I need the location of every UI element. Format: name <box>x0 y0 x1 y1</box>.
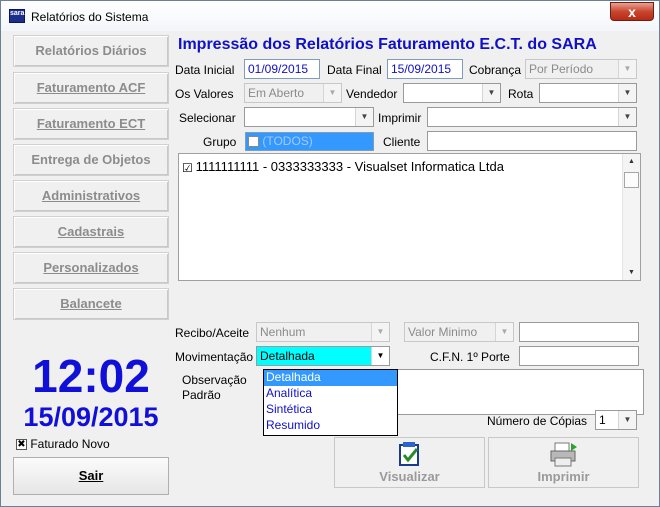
movimentacao-label: Movimentação <box>175 350 254 364</box>
grupo-checkbox[interactable] <box>248 136 259 147</box>
sidebar-item-cadastrais[interactable]: Cadastrais <box>13 216 169 248</box>
chevron-down-icon[interactable]: ▼ <box>482 84 500 102</box>
rota-label: Rota <box>508 87 534 101</box>
data-final-label: Data Final <box>327 63 382 77</box>
movimentacao-select[interactable]: Detalhada ▼ <box>256 346 390 366</box>
client-list[interactable]: ☑ 1111111111 - 0333333333 - Visualset In… <box>178 153 641 281</box>
observacao-label: Observação <box>182 373 247 387</box>
recibo-value: Nenhum <box>260 325 306 339</box>
sidebar-item-relatorios-diarios[interactable]: Relatórios Diários <box>13 35 169 67</box>
dropdown-option[interactable]: Sintética <box>264 402 397 418</box>
dropdown-option[interactable]: Analítica <box>264 386 397 402</box>
scroll-up-icon[interactable]: ▲ <box>623 158 640 165</box>
os-valores-value: Em Aberto <box>248 86 305 100</box>
clock-date: 15/09/2015 <box>23 402 159 432</box>
copias-select[interactable]: 1 ▼ <box>595 410 637 430</box>
main-window: sara Relatórios do Sistema x Relatórios … <box>0 0 660 507</box>
sidebar-item-personalizados[interactable]: Personalizados <box>13 252 169 284</box>
chevron-down-icon[interactable]: ▼ <box>618 60 636 78</box>
os-valores-select[interactable]: Em Aberto ▼ <box>244 83 342 103</box>
scroll-thumb[interactable] <box>624 172 639 188</box>
copias-label: Número de Cópias <box>487 414 588 428</box>
recibo-select[interactable]: Nenhum ▼ <box>256 322 390 342</box>
chevron-down-icon[interactable]: ▼ <box>618 411 636 429</box>
data-inicial-label: Data Inicial <box>175 63 235 77</box>
imprimir-select[interactable]: ▼ <box>427 107 637 127</box>
cobranca-value: Por Período <box>529 62 594 76</box>
valor-minimo-field[interactable] <box>519 322 639 342</box>
chevron-down-icon[interactable]: ▼ <box>495 323 513 341</box>
chevron-down-icon[interactable]: ▼ <box>371 347 389 365</box>
sidebar: Relatórios Diários Faturamento ACF Fatur… <box>13 31 169 497</box>
window-title: Relatórios do Sistema <box>31 10 149 24</box>
grupo-value: (TODOS) <box>262 134 313 148</box>
sidebar-item-administrativos[interactable]: Administrativos <box>13 180 169 212</box>
report-form: Impressão dos Relatórios Faturamento E.C… <box>174 31 651 497</box>
faturado-novo-checkbox[interactable]: ✖ Faturado Novo <box>16 437 110 451</box>
imprimir-label: Imprimir <box>378 111 422 125</box>
clock-time: 12:02 <box>32 350 150 402</box>
faturado-novo-label: Faturado Novo <box>30 437 110 451</box>
cobranca-label: Cobrança <box>469 63 522 77</box>
checkbox-checked-icon[interactable]: ☑ <box>182 162 193 174</box>
title-bar: sara Relatórios do Sistema x <box>1 1 659 31</box>
sidebar-item-faturamento-ect[interactable]: Faturamento ECT <box>13 108 169 140</box>
exit-button[interactable]: Sair <box>13 457 169 495</box>
chevron-down-icon[interactable]: ▼ <box>618 108 636 126</box>
selecionar-select[interactable]: ▼ <box>244 107 374 127</box>
close-button[interactable]: x <box>610 2 654 21</box>
dropdown-option[interactable]: Detalhada <box>264 370 397 386</box>
visualizar-label: Visualizar <box>379 469 440 484</box>
valor-minimo-value: Valor Minimo <box>408 325 478 339</box>
chevron-down-icon[interactable]: ▼ <box>618 84 636 102</box>
data-final-field[interactable]: 15/09/2015 <box>387 59 463 79</box>
printer-icon <box>550 442 577 467</box>
exit-button-label: Sair <box>78 468 104 483</box>
imprimir-button[interactable]: Imprimir <box>488 437 639 488</box>
valor-minimo-select[interactable]: Valor Minimo ▼ <box>404 322 514 342</box>
sidebar-item-balancete[interactable]: Balancete <box>13 288 169 320</box>
observacao-field[interactable] <box>394 369 644 415</box>
data-inicial-field[interactable]: 01/09/2015 <box>244 59 320 79</box>
list-item[interactable]: ☑ 1111111111 - 0333333333 - Visualset In… <box>182 159 504 174</box>
grupo-field[interactable]: (TODOS) <box>245 132 374 151</box>
imprimir-button-label: Imprimir <box>537 469 590 484</box>
chevron-down-icon[interactable]: ▼ <box>371 323 389 341</box>
scroll-down-icon[interactable]: ▼ <box>623 269 640 276</box>
chevron-down-icon[interactable]: ▼ <box>355 108 373 126</box>
form-title: Impressão dos Relatórios Faturamento E.C… <box>178 36 597 53</box>
cfn-field[interactable] <box>519 346 639 366</box>
dropdown-option[interactable]: Resumido <box>264 418 397 434</box>
list-item-label: 1111111111 - 0333333333 - Visualset Info… <box>195 159 504 174</box>
client-area: Relatórios Diários Faturamento ACF Fatur… <box>9 31 651 498</box>
vendedor-select[interactable]: ▼ <box>403 83 501 103</box>
cliente-field[interactable] <box>427 131 637 151</box>
scrollbar[interactable]: ▲ ▼ <box>622 154 640 280</box>
movimentacao-value: Detalhada <box>260 349 315 363</box>
padrao-label: Padrão <box>182 388 221 402</box>
cfn-label: C.F.N. 1º Porte <box>430 350 510 364</box>
cliente-label: Cliente <box>383 135 421 149</box>
sidebar-item-faturamento-acf[interactable]: Faturamento ACF <box>13 72 169 104</box>
app-icon: sara <box>9 9 25 23</box>
movimentacao-dropdown[interactable]: Detalhada Analítica Sintética Resumido <box>263 369 398 436</box>
cobranca-select[interactable]: Por Período ▼ <box>525 59 637 79</box>
grupo-label: Grupo <box>203 135 237 149</box>
checkbox-checked-icon[interactable]: ✖ <box>16 439 27 451</box>
rota-select[interactable]: ▼ <box>539 83 637 103</box>
copias-value: 1 <box>599 413 606 427</box>
vendedor-label: Vendedor <box>346 87 398 101</box>
selecionar-label: Selecionar <box>179 111 236 125</box>
sidebar-item-entrega-objetos[interactable]: Entrega de Objetos <box>13 144 169 176</box>
recibo-label: Recibo/Aceite <box>175 326 250 340</box>
os-valores-label: Os Valores <box>175 87 234 101</box>
chevron-down-icon[interactable]: ▼ <box>323 84 341 102</box>
visualizar-button[interactable]: Visualizar <box>334 437 485 488</box>
preview-icon <box>398 442 419 466</box>
